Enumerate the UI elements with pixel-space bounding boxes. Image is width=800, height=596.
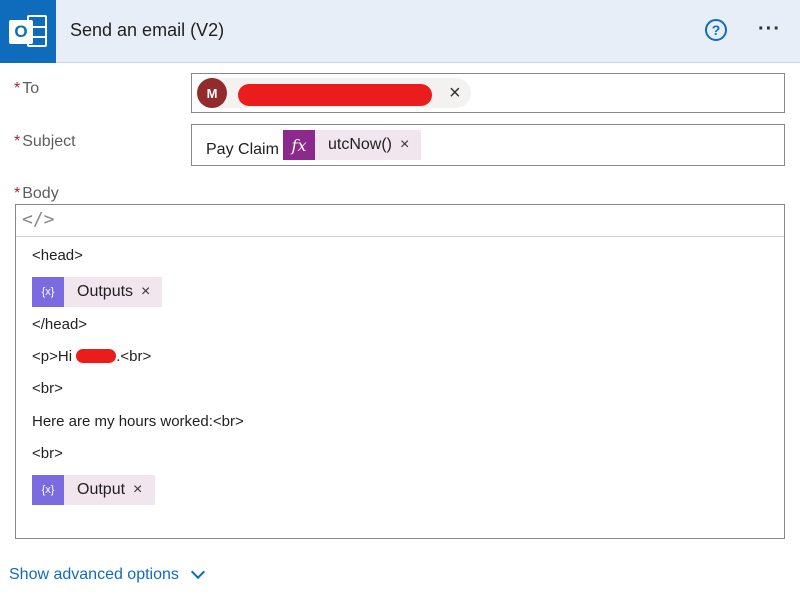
chevron-down-icon [190,564,205,580]
remove-token-icon[interactable]: × [133,481,142,499]
show-advanced-options-link[interactable]: Show advanced options [9,564,205,584]
outputs-token[interactable]: {x} Outputs × [32,277,162,307]
redacted-email [238,84,432,106]
action-header[interactable]: O Send an email (V2) ? ··· [0,0,800,63]
token-label: Output [77,481,126,498]
remove-recipient-icon[interactable]: × [449,83,461,103]
code-line: <br> [32,445,63,462]
more-options-icon[interactable]: ··· [758,18,781,41]
code-line: </head> [32,316,88,333]
utcnow-token[interactable]: fx utcNow() × [283,130,421,160]
action-title: Send an email (V2) [70,20,225,40]
code-line: Here are my hours worked:<br> [32,413,244,430]
required-mark: * [14,133,21,150]
subject-field[interactable]: Pay Claim fx utcNow() × [191,124,785,166]
outlook-icon: O [0,0,56,63]
avatar: M [197,78,227,108]
to-label: * To [14,80,40,97]
code-line: <p>Hi .<br> [32,348,152,365]
token-label: Outputs [77,283,134,300]
to-field[interactable]: M × [191,73,785,113]
subject-text: Pay Claim [206,141,279,158]
body-label: * Body [14,185,59,202]
code-line: <br> [32,380,63,397]
help-icon[interactable]: ? [705,19,727,41]
code-line: <head> [32,247,83,264]
subject-label: * Subject [14,133,76,150]
code-toolbar: </> [16,205,784,237]
code-view-icon[interactable]: </> [22,209,55,230]
required-mark: * [14,185,21,202]
output-token[interactable]: {x} Output × [32,475,155,505]
body-editor[interactable]: </> <head> {x} Outputs × </head> <p>Hi .… [15,204,785,539]
fx-icon: fx [283,130,315,160]
remove-token-icon[interactable]: × [400,136,409,154]
redacted-name [76,349,117,363]
required-mark: * [14,80,21,97]
variable-icon: {x} [32,277,64,307]
remove-token-icon[interactable]: × [141,283,150,301]
token-label: utcNow() [328,136,393,153]
variable-icon: {x} [32,475,64,505]
